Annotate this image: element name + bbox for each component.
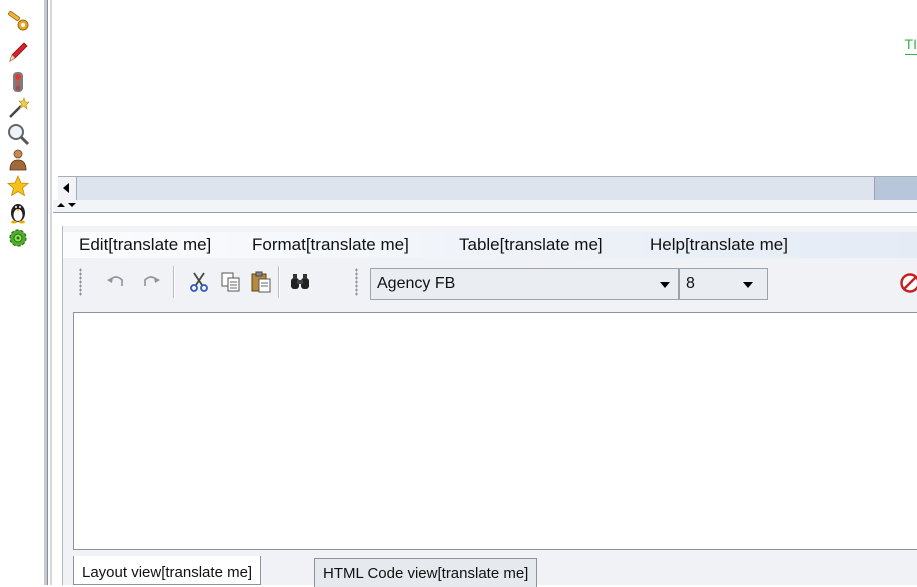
redo-icon[interactable] — [140, 271, 162, 293]
toolbar-separator — [173, 266, 175, 298]
tux-icon[interactable] — [6, 200, 30, 224]
font-family-select[interactable]: Agency FB — [370, 268, 679, 300]
horizontal-scrollbar[interactable] — [58, 176, 917, 201]
font-family-value: Agency FB — [377, 275, 455, 293]
layout-edit-area[interactable] — [73, 312, 917, 550]
paste-icon[interactable] — [250, 271, 272, 293]
html-editor-panel: Edit[translate me] Format[translate me] … — [62, 226, 917, 585]
scroll-left-button[interactable] — [58, 177, 77, 200]
panel-splitter[interactable] — [44, 0, 48, 585]
stop-icon[interactable] — [900, 273, 917, 293]
toolbar-separator — [278, 266, 280, 298]
traffic-light-icon[interactable] — [6, 70, 30, 94]
collapse-down-icon[interactable] — [68, 203, 76, 207]
scrollbar-thumb[interactable] — [77, 177, 875, 200]
pencil-icon[interactable] — [6, 40, 30, 64]
menu-bar: Edit[translate me] Format[translate me] … — [63, 232, 917, 258]
copy-icon[interactable] — [220, 271, 242, 293]
arrow-left-icon — [63, 183, 69, 193]
font-size-select[interactable]: 8 — [679, 268, 768, 300]
formatting-toolbar: Agency FB 8 — [63, 262, 917, 306]
left-toolbar — [0, 0, 44, 585]
menu-edit[interactable]: Edit[translate me] — [79, 235, 211, 255]
chevron-down-icon — [660, 282, 670, 288]
undo-icon[interactable] — [105, 271, 127, 293]
collapse-up-icon[interactable] — [57, 203, 65, 207]
ti-link[interactable]: TI — [905, 36, 917, 55]
settings-gear-icon[interactable] — [6, 226, 30, 250]
star-icon[interactable] — [6, 174, 30, 198]
menu-table[interactable]: Table[translate me] — [459, 235, 603, 255]
toolbar-grip[interactable] — [79, 268, 82, 296]
tab-layout-view[interactable]: Layout view[translate me] — [73, 556, 261, 585]
preview-panel: TI — [53, 0, 917, 176]
font-size-value: 8 — [686, 275, 695, 293]
menu-format[interactable]: Format[translate me] — [252, 235, 409, 255]
chevron-down-icon — [743, 282, 753, 288]
scrollbar-track[interactable] — [875, 177, 917, 200]
menu-help[interactable]: Help[translate me] — [650, 235, 788, 255]
user-icon[interactable] — [6, 148, 30, 172]
cut-icon[interactable] — [188, 271, 210, 293]
magic-wand-icon[interactable] — [6, 96, 30, 120]
toolbar-grip[interactable] — [355, 268, 358, 296]
key-icon[interactable] — [6, 10, 30, 34]
split-divider[interactable] — [53, 200, 917, 213]
magnifier-icon[interactable] — [6, 122, 30, 146]
find-icon[interactable] — [289, 271, 311, 293]
view-tabs: Layout view[translate me] HTML Code view… — [73, 556, 917, 585]
tab-html-code-view[interactable]: HTML Code view[translate me] — [314, 558, 537, 587]
panel-border — [50, 0, 52, 585]
